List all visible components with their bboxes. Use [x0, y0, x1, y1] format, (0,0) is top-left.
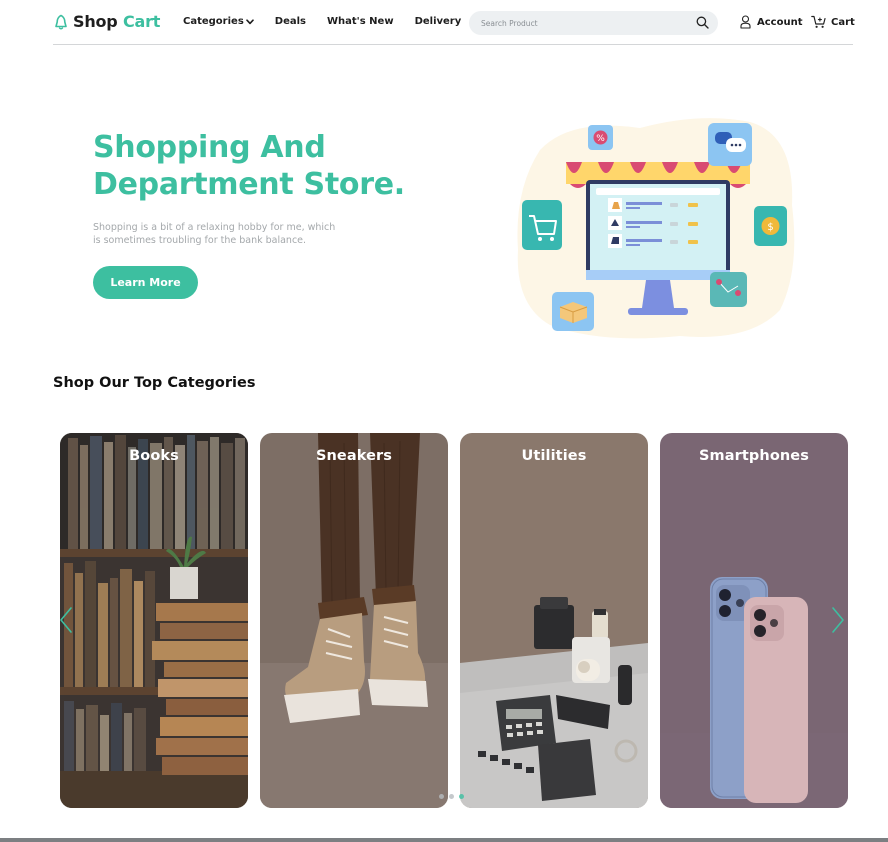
menu-item-whats-new[interactable]: What's New: [327, 16, 394, 27]
stationery-image: [460, 433, 648, 808]
category-card-smartphones[interactable]: Smartphones: [660, 433, 848, 808]
search-input[interactable]: [481, 17, 681, 30]
carousel-dot-3[interactable]: [459, 794, 464, 799]
category-label: Utilities: [521, 448, 587, 464]
location-tile-icon: [710, 272, 747, 307]
online-store-illustration: % $: [517, 118, 795, 339]
bell-logo-icon: [55, 14, 67, 29]
coin-tile-icon: $: [754, 206, 787, 246]
carousel-next-arrow-icon[interactable]: [830, 605, 846, 635]
cart-link[interactable]: Cart: [811, 15, 855, 29]
percent-tile-icon: %: [588, 125, 613, 150]
cart-label: Cart: [831, 16, 855, 28]
carousel-prev-arrow-icon[interactable]: [58, 605, 74, 635]
carousel-dot-1[interactable]: [439, 794, 444, 799]
hero-subtitle: Shopping is a bit of a relaxing hobby fo…: [93, 222, 336, 246]
menu-item-delivery[interactable]: Delivery: [415, 16, 462, 27]
box-tile-icon: [552, 292, 594, 331]
user-icon: [740, 15, 751, 29]
account-label: Account: [757, 16, 803, 28]
category-card-utilities[interactable]: Utilities: [460, 433, 648, 808]
boots-image: [260, 433, 448, 808]
brand-logo[interactable]: Shop Cart: [54, 12, 160, 31]
shopping-cart-tile-icon: [522, 200, 562, 250]
cart-icon: [811, 15, 826, 28]
category-card-books[interactable]: Books: [60, 433, 248, 808]
menu-item-label: Categories: [183, 16, 244, 27]
phones-image: [660, 433, 848, 808]
menu-item-deals[interactable]: Deals: [275, 16, 306, 27]
main-menu: Categories Deals What's New Delivery: [183, 16, 482, 27]
carousel-dots: [439, 794, 469, 799]
category-label: Smartphones: [699, 448, 809, 464]
hero-title: Shopping And Department Store.: [93, 130, 405, 202]
carousel-dot-2[interactable]: [449, 794, 454, 799]
search-bar: [469, 11, 718, 35]
window-bottom-edge: [0, 838, 888, 842]
category-label: Sneakers: [315, 448, 393, 464]
svg-text:$: $: [767, 222, 773, 233]
category-label: Books: [129, 448, 179, 464]
category-card-sneakers[interactable]: Sneakers: [260, 433, 448, 808]
categories-title: Shop Our Top Categories: [53, 375, 256, 391]
learn-more-button[interactable]: Learn More: [93, 266, 198, 299]
svg-text:%: %: [596, 134, 605, 144]
account-link[interactable]: Account: [740, 15, 802, 29]
search-icon[interactable]: [696, 16, 709, 29]
nav-divider: [53, 44, 853, 45]
chat-tile-icon: [708, 123, 752, 166]
bookshelf-image: [60, 433, 248, 808]
menu-item-categories[interactable]: Categories: [183, 16, 254, 27]
top-navigation: Shop Cart Categories Deals What's New De…: [0, 0, 888, 46]
chevron-down-icon: [245, 18, 254, 24]
brand-name: Shop Cart: [73, 12, 161, 31]
